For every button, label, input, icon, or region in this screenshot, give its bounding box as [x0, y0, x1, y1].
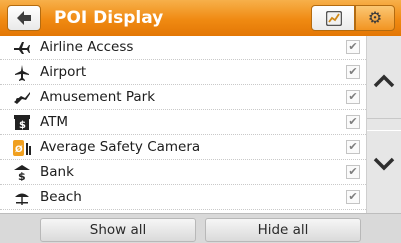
poi-label: Airport — [40, 64, 87, 80]
chevron-up-icon — [373, 74, 395, 88]
footer-bar: Show all Hide all — [0, 213, 401, 243]
scroll-down-button[interactable] — [367, 130, 401, 201]
bank-icon: $ — [13, 165, 31, 183]
scroll-controls — [366, 36, 401, 213]
poi-checkbox[interactable]: ✔ — [346, 40, 360, 54]
show-all-button[interactable]: Show all — [40, 218, 196, 242]
atm-icon: $ — [13, 115, 31, 131]
list-item[interactable]: Airline Access ✔ — [0, 36, 366, 60]
poi-label: Amusement Park — [40, 89, 156, 105]
gear-icon: ⚙ — [367, 8, 383, 27]
svg-text:Ø: Ø — [15, 144, 23, 155]
list-item[interactable]: $ ATM ✔ — [0, 111, 366, 135]
hide-all-button[interactable]: Hide all — [205, 218, 361, 242]
poi-label: Bank — [40, 164, 74, 180]
airplane-icon — [13, 65, 31, 81]
back-button[interactable] — [7, 5, 41, 31]
map-view-button[interactable] — [311, 5, 355, 31]
airline-icon — [13, 40, 31, 56]
title-bar: POI Display ⚙ — [0, 0, 401, 36]
poi-checkbox[interactable]: ✔ — [346, 165, 360, 179]
poi-label: Average Safety Camera — [40, 139, 201, 155]
list-item[interactable]: Ø Average Safety Camera ✔ — [0, 136, 366, 160]
svg-text:$: $ — [19, 120, 26, 130]
svg-text:$: $ — [18, 170, 26, 181]
chevron-down-icon — [373, 157, 395, 171]
poi-label: Beach — [40, 189, 82, 205]
poi-checkbox[interactable]: ✔ — [346, 190, 360, 204]
safety-camera-icon: Ø — [13, 140, 31, 156]
list-item[interactable]: $ Bank ✔ — [0, 161, 366, 185]
poi-checkbox[interactable]: ✔ — [346, 90, 360, 104]
list-item[interactable]: Beach ✔ — [0, 186, 366, 210]
poi-checkbox[interactable]: ✔ — [346, 65, 360, 79]
poi-checkbox[interactable]: ✔ — [346, 140, 360, 154]
map-icon — [326, 11, 342, 26]
poi-label: Airline Access — [40, 39, 134, 55]
poi-list: Airline Access ✔ Airport ✔ Amusement Par… — [0, 36, 366, 213]
page-title: POI Display — [54, 8, 164, 28]
back-arrow-icon — [17, 11, 31, 25]
list-item[interactable]: Amusement Park ✔ — [0, 86, 366, 110]
poi-checkbox[interactable]: ✔ — [346, 115, 360, 129]
amusement-park-icon — [13, 90, 31, 106]
list-item[interactable]: Airport ✔ — [0, 61, 366, 85]
settings-button[interactable]: ⚙ — [355, 5, 395, 31]
beach-icon — [13, 190, 31, 206]
poi-label: ATM — [40, 114, 69, 130]
scroll-up-button[interactable] — [367, 48, 401, 119]
